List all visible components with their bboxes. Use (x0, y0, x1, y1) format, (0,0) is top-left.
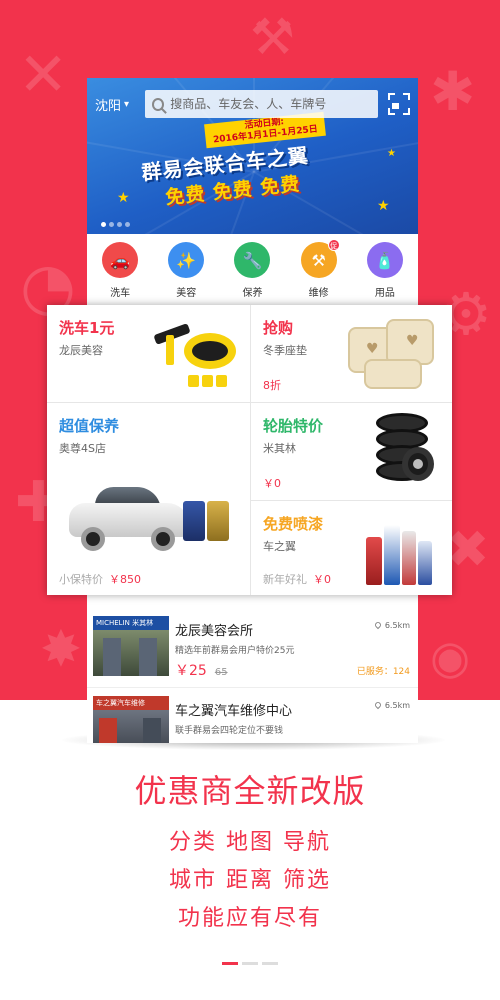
promo-tires[interactable]: 轮胎特价 米其林 ￥0 (251, 403, 452, 501)
hose-gun-image (153, 317, 236, 389)
shop-name: 龙辰美容会所 (175, 624, 254, 639)
feature-line: 功能应有尽有 (177, 906, 322, 931)
category-car-wash[interactable]: 🚗 洗车 (90, 242, 150, 308)
promo-price: ￥0 (263, 477, 281, 490)
feature-line: 分类 地图 导航 (169, 830, 331, 855)
seat-cushion-image: ♥ ♥ (348, 319, 438, 395)
location-pin-icon (373, 700, 383, 710)
promo-subtitle: 米其林 (263, 442, 296, 455)
spray-cans-image (366, 515, 440, 585)
tool-decoration-icon: ✖ (446, 520, 490, 580)
shop-price: ￥0 (175, 740, 198, 743)
headline: 优惠商全新改版 (134, 772, 366, 810)
promo-subtitle: 龙辰美容 (59, 344, 103, 357)
shop-photo: MICHELIN 米其林 (93, 616, 169, 676)
star-icon: ★ (117, 190, 130, 206)
scan-qr-icon[interactable] (388, 93, 410, 115)
promo-subtitle: 车之翼 (263, 540, 296, 553)
promo-price: 新年好礼 ￥0 (263, 573, 331, 586)
category-supplies[interactable]: 🧴 用品 (355, 242, 415, 308)
wrench-decoration-icon: ✕ (18, 40, 69, 110)
star-icon: ★ (377, 198, 390, 214)
shop-served-count: 已服务：124 (356, 667, 410, 677)
cog-decoration-icon: ✸ (40, 620, 82, 678)
promo-title: 抢购 (263, 319, 294, 337)
promo-subtitle: 冬季座垫 (263, 344, 307, 357)
promo-title: 超值保养 (59, 417, 120, 435)
promo-price: 8折 (263, 379, 281, 392)
supplies-icon: 🧴 (366, 242, 403, 278)
category-label: 用品 (374, 288, 395, 299)
page-dot (262, 962, 278, 965)
search-icon (152, 97, 165, 111)
repair-icon: ⚒ 促 (300, 239, 340, 278)
promo-title: 轮胎特价 (263, 417, 324, 435)
banner-dot (109, 222, 114, 227)
car-wash-icon: 🚗 (102, 242, 139, 278)
feature-line: 城市 距离 筛选 (169, 868, 331, 893)
promo-badge: 促 (327, 239, 340, 251)
gear-decoration-icon: ✱ (430, 60, 476, 123)
category-repair[interactable]: ⚒ 促 维修 (289, 239, 349, 308)
engine-decoration-icon: ⚒ (250, 8, 295, 66)
category-label: 保养 (242, 288, 263, 299)
page-indicator (0, 962, 500, 965)
promo-maintenance[interactable]: 超值保养 奥尊4S店 小保特价 ￥850 (47, 403, 251, 595)
page-dot (222, 962, 238, 965)
star-icon: ★ (387, 148, 396, 159)
promo-grid: 洗车1元 龙辰美容 抢购 冬季座垫 8折 ♥ ♥ 超值保养 奥尊4S店 小保特价… (47, 305, 452, 595)
shop-description: 精选年前群易会用户特价25元 (175, 646, 295, 656)
category-maintenance[interactable]: 🔧 保养 (222, 242, 282, 308)
car-oil-image (69, 481, 237, 561)
search-input[interactable] (170, 97, 371, 111)
plug-decoration-icon: ◉ (430, 630, 471, 684)
maintenance-icon: 🔧 (234, 242, 271, 278)
category-beauty[interactable]: ✨ 美容 (156, 242, 216, 308)
promo-title: 免费喷漆 (263, 515, 324, 533)
shop-list-item[interactable]: MICHELIN 米其林 龙辰美容会所 6.5km 精选年前群易会用户特价25元… (87, 608, 418, 688)
shop-list-item[interactable]: 车之翼汽车维修 车之翼汽车维修中心 6.5km 联手群易会四轮定位不要钱 ￥0 (87, 688, 418, 743)
shop-photo: 车之翼汽车维修 (93, 696, 169, 743)
banner-dot (117, 222, 122, 227)
promo-title: 洗车1元 (59, 319, 115, 337)
shop-price: ￥25 65 (175, 663, 228, 679)
promo-car-wash[interactable]: 洗车1元 龙辰美容 (47, 305, 251, 403)
promo-price: 小保特价 ￥850 (59, 573, 141, 586)
banner-dot (125, 222, 130, 227)
search-bar[interactable] (145, 90, 378, 118)
shop-name: 车之翼汽车维修中心 (175, 704, 293, 719)
location-pin-icon (373, 620, 383, 630)
city-name: 沈阳 (95, 98, 122, 114)
banner-dot (101, 222, 106, 227)
category-label: 美容 (176, 288, 197, 299)
city-selector[interactable]: 沈阳 ▾ (95, 95, 145, 114)
shop-sign: MICHELIN 米其林 (93, 616, 169, 630)
category-label: 维修 (308, 288, 329, 299)
category-nav: 🚗 洗车 ✨ 美容 🔧 保养 ⚒ 促 维修 🧴 用品 (87, 239, 418, 308)
promo-flash-sale[interactable]: 抢购 冬季座垫 8折 ♥ ♥ (251, 305, 452, 403)
promo-free-paint[interactable]: 免费喷漆 车之翼 新年好礼 ￥0 (251, 501, 452, 595)
shop-distance: 6.5km (373, 700, 410, 710)
shop-old-price: 65 (214, 667, 228, 678)
page-dot (242, 962, 258, 965)
tires-image (372, 413, 434, 491)
promo-subtitle: 奥尊4S店 (59, 442, 106, 455)
category-label: 洗车 (110, 288, 131, 299)
shop-description: 联手群易会四轮定位不要钱 (175, 726, 284, 736)
beauty-icon: ✨ (168, 242, 205, 278)
banner-pagination (101, 222, 130, 227)
shop-distance: 6.5km (373, 620, 410, 630)
chevron-down-icon: ▾ (124, 98, 130, 110)
shop-sign: 车之翼汽车维修 (93, 696, 169, 710)
top-bar: 沈阳 ▾ (87, 78, 418, 130)
